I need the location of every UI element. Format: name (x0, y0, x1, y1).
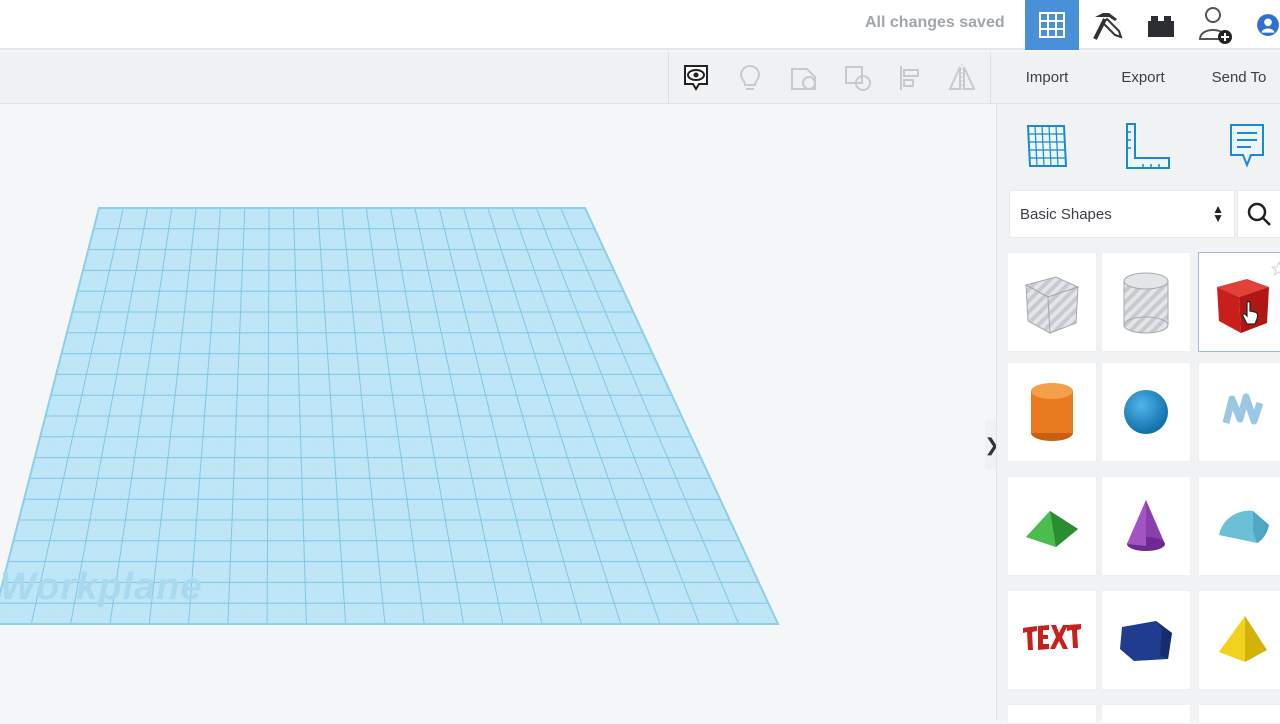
workplane-label: Workplane (0, 566, 203, 608)
box-hole-shape (1024, 276, 1080, 334)
shape-category-select[interactable]: Basic Shapes ▲ ▼ (1009, 190, 1235, 238)
shape-tile-polygon[interactable] (1101, 590, 1191, 690)
shape-tile-roof[interactable] (1007, 476, 1097, 576)
round-roof-shape (1219, 510, 1269, 543)
ruler-tool-button[interactable] (1119, 118, 1175, 174)
note-bubble-icon (1230, 124, 1264, 168)
shape-tile-pyramid[interactable] (1198, 590, 1280, 690)
cylinder-shape (1031, 383, 1073, 441)
search-icon (1247, 202, 1271, 226)
brick-icon (1148, 16, 1174, 37)
avatar-icon (1257, 14, 1279, 36)
shapes-panel: Basic Shapes ▲ ▼ (996, 104, 1280, 724)
send-to-button[interactable]: Send To (1198, 58, 1280, 96)
pyramid-shape (1219, 616, 1267, 662)
add-user-icon (1198, 7, 1232, 44)
cone-shape (1127, 500, 1165, 551)
mirror-button[interactable] (946, 62, 978, 94)
shape-tile[interactable] (1198, 704, 1280, 724)
mirror-icon (948, 64, 976, 92)
shape-tile-scribble[interactable] (1198, 362, 1280, 462)
ruler-icon (1126, 123, 1170, 169)
grid-icon (1039, 12, 1065, 38)
pointer-hand-icon (1242, 301, 1259, 325)
workplane-tool-button[interactable] (1019, 118, 1075, 174)
pickaxe-icon (1093, 13, 1123, 40)
add-user-button[interactable] (1188, 0, 1242, 50)
cylinder-hole-shape (1123, 272, 1169, 334)
select-caret-icon: ▲ ▼ (1212, 202, 1224, 225)
pickaxe-button[interactable] (1080, 0, 1134, 50)
notes-button[interactable] (734, 62, 766, 94)
group-icon (791, 68, 816, 90)
shape-search-button[interactable] (1237, 190, 1280, 238)
shape-tile-cylinder-hole[interactable] (1101, 252, 1191, 352)
grid-view-button[interactable] (1025, 0, 1079, 50)
bricks-button[interactable] (1134, 0, 1188, 50)
scribble-shape (1222, 393, 1264, 425)
user-avatar[interactable] (1242, 0, 1280, 50)
shape-tile-round-roof[interactable] (1198, 476, 1280, 576)
shape-tile-cone[interactable] (1101, 476, 1191, 576)
eye-bubble-icon (684, 65, 708, 91)
workplane-grid-icon (1026, 125, 1068, 167)
shape-category-value: Basic Shapes (1020, 205, 1112, 223)
shape-tile-cylinder[interactable] (1007, 362, 1097, 462)
shape-tile-box-hole[interactable] (1007, 252, 1097, 352)
group-button[interactable] (788, 62, 820, 94)
import-button[interactable]: Import (1008, 58, 1086, 96)
polygon-shape (1120, 621, 1172, 661)
roof-shape (1026, 511, 1078, 547)
shape-tile[interactable] (1101, 704, 1191, 724)
export-button[interactable]: Export (1100, 58, 1186, 96)
shape-tile-text[interactable] (1007, 590, 1097, 690)
edit-toolbar: Import Export Send To (0, 52, 1280, 104)
align-button[interactable] (894, 62, 926, 94)
shape-tile[interactable] (1007, 704, 1097, 724)
align-icon (900, 66, 919, 90)
ungroup-icon (845, 66, 871, 91)
sphere-shape (1124, 390, 1168, 434)
toolbar-divider (668, 52, 669, 104)
notes-tool-button[interactable] (1219, 118, 1275, 174)
ungroup-button[interactable] (842, 62, 874, 94)
workplane[interactable] (0, 104, 996, 720)
toolbar-divider (990, 52, 991, 104)
shape-tile-sphere[interactable] (1101, 362, 1191, 462)
shape-tile-box[interactable] (1198, 252, 1280, 352)
top-header: All changes saved (0, 0, 1280, 50)
favorite-star-icon (1271, 261, 1280, 277)
lightbulb-icon (739, 64, 761, 90)
show-all-button[interactable] (680, 62, 712, 94)
save-status: All changes saved (865, 14, 1005, 31)
text-shape (1023, 624, 1081, 650)
design-canvas[interactable]: Workplane (0, 104, 996, 720)
